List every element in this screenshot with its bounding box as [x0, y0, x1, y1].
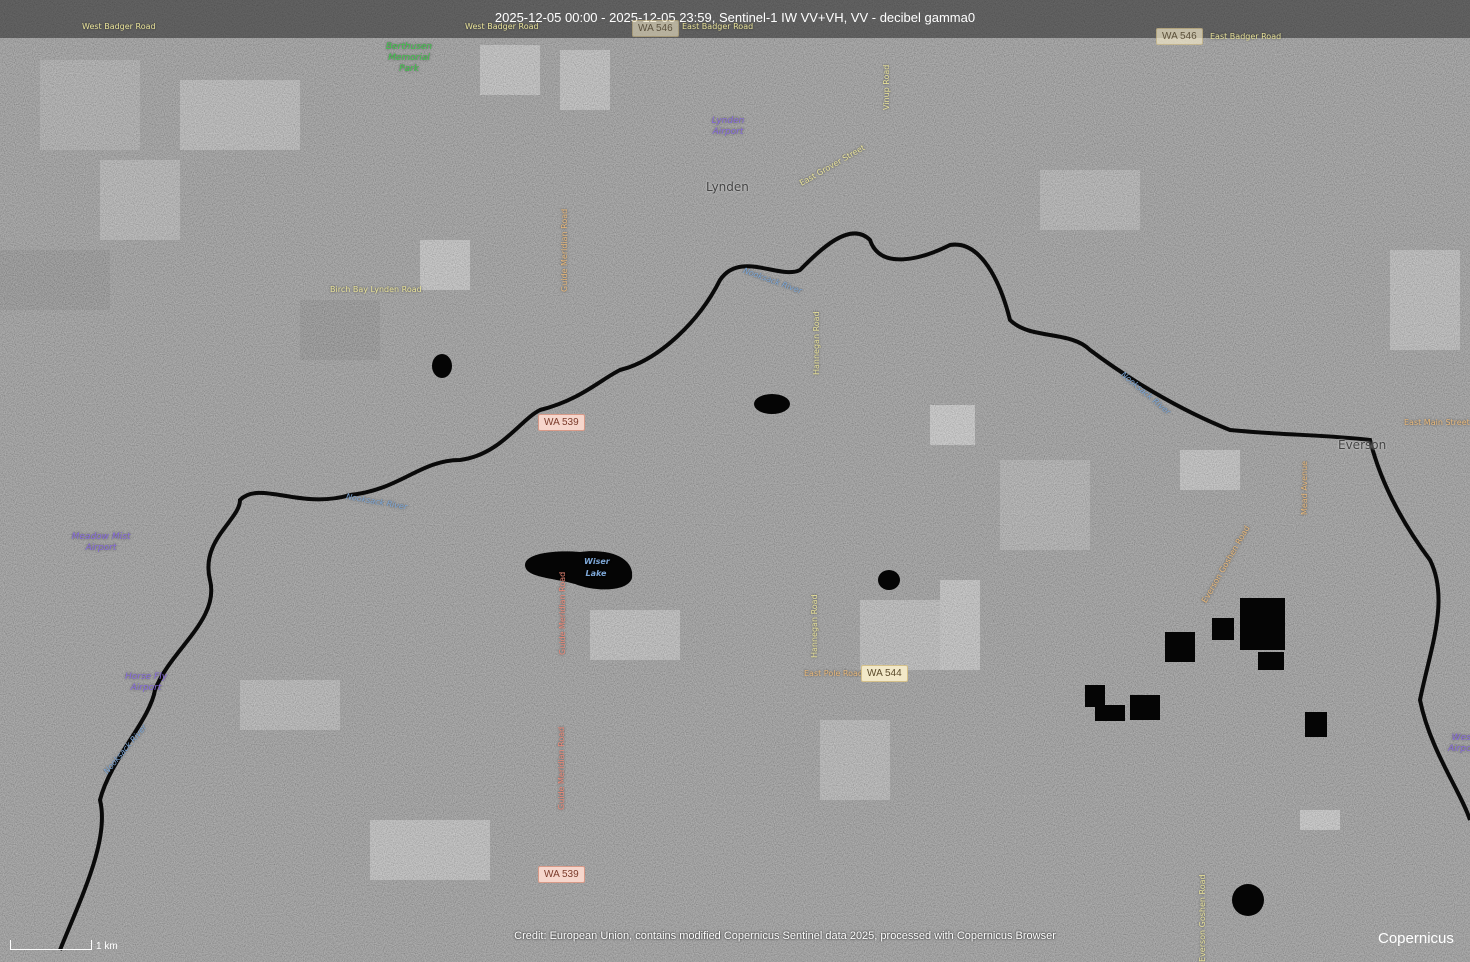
road-label-hannegan: Hannegan Road — [810, 594, 819, 658]
road-label-mead-avenue: Mead Avenue — [1300, 460, 1309, 515]
attribution-credit: Credit: European Union, contains modifie… — [514, 930, 1056, 942]
route-shield-wa539: WA 539 — [538, 414, 585, 431]
road-label-guide-meridian: Guide Meridian Road — [560, 208, 569, 292]
scale-bar — [10, 940, 92, 950]
road-label-hannegan: Hannegan Road — [812, 311, 821, 375]
poi-label-berthusen-park: Berthusen Memorial Park — [385, 42, 433, 74]
road-label-guide-meridian: Guide Meridian Road — [558, 571, 567, 655]
road-label-west-badger: West Badger Road — [82, 22, 156, 31]
route-shield-wa546: WA 546 — [1156, 28, 1203, 45]
road-label-everson-goshen: Everson Goshen Road — [1198, 874, 1207, 962]
poi-label-lynden-airport: Lynden Airport — [711, 116, 745, 137]
road-label-birch-bay-lynden: Birch Bay Lynden Road — [330, 285, 422, 294]
route-shield-wa544: WA 544 — [861, 665, 908, 682]
copernicus-logo: Copernicus — [1378, 930, 1454, 947]
town-label-lynden: Lynden — [706, 180, 749, 194]
speckle-texture — [0, 0, 1470, 962]
road-label-east-badger: East Badger Road — [1210, 32, 1282, 41]
road-label-east-main: East Main Street — [1404, 418, 1470, 427]
poi-label-horse-fly-airport: Horse Fly Airport — [124, 672, 168, 693]
route-shield-wa546: WA 546 — [632, 20, 679, 37]
poi-label-west-airport: West Airport — [1448, 733, 1470, 754]
scale-label: 1 km — [96, 941, 118, 952]
sar-map-image[interactable] — [0, 0, 1470, 962]
poi-label-meadow-mist-airport: Meadow Mist Airport — [71, 532, 131, 553]
road-label-vinup: Vinup Road — [882, 64, 891, 110]
road-label-west-badger: West Badger Road — [465, 22, 539, 31]
road-label-guide-meridian: Guide Meridian Road — [557, 726, 566, 810]
road-label-east-pole: East Pole Road — [804, 669, 863, 678]
road-label-east-badger: East Badger Road — [682, 22, 754, 31]
town-label-everson: Everson — [1338, 438, 1387, 452]
route-shield-wa539: WA 539 — [538, 866, 585, 883]
lake-label-wiser: Wiser Lake — [584, 557, 610, 578]
